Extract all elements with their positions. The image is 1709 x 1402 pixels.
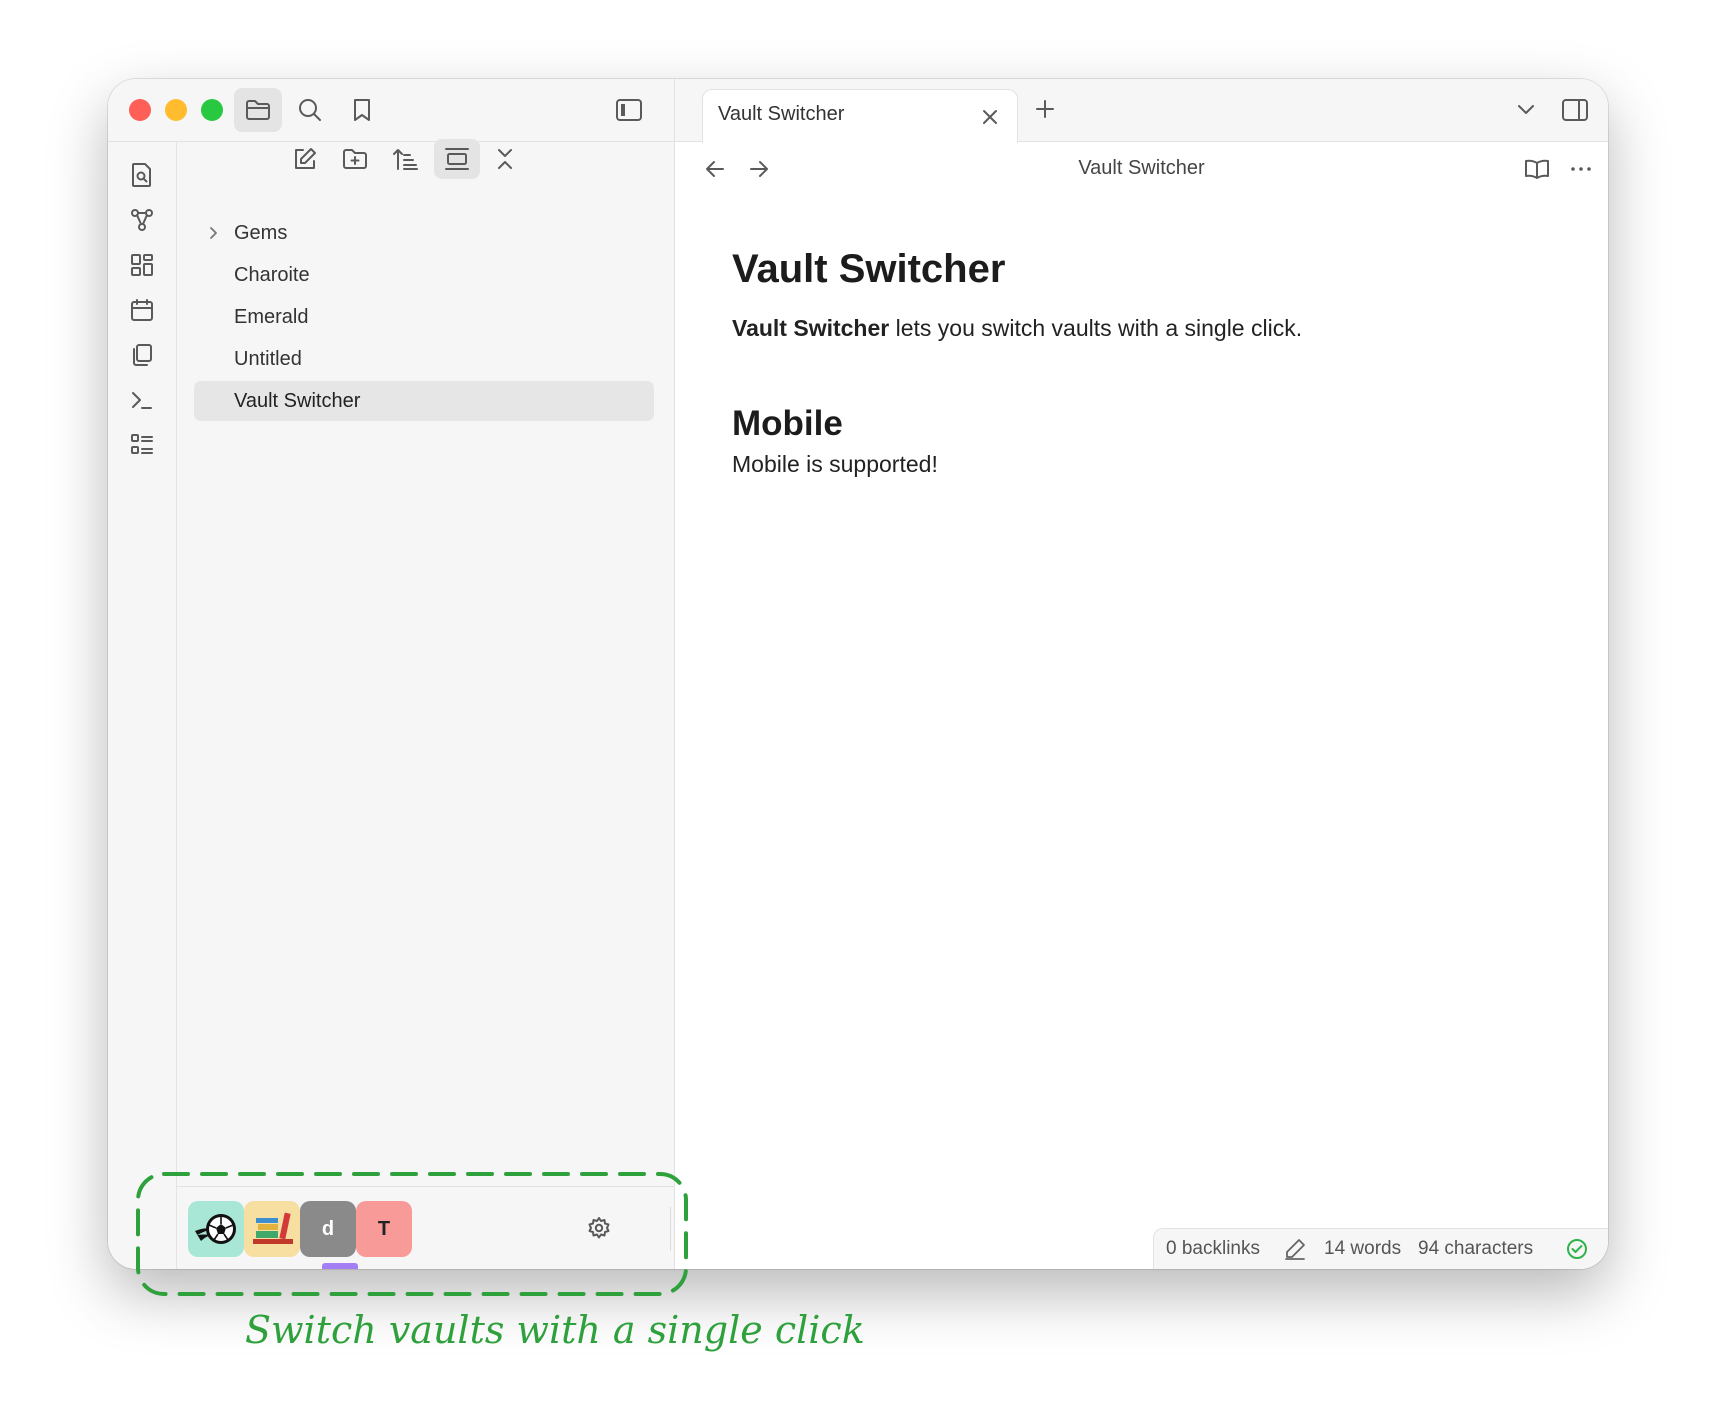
more-options-button[interactable]: [1563, 151, 1599, 187]
outline-button[interactable]: [120, 425, 164, 465]
tab-list-button[interactable]: [1509, 93, 1543, 127]
more-horizontal-icon: [1571, 167, 1591, 171]
file-search-icon: [132, 163, 151, 187]
view-title[interactable]: Vault Switcher: [675, 157, 1608, 180]
minimize-window-button[interactable]: [165, 99, 187, 121]
folder-plus-icon: [343, 149, 367, 169]
tree-file-untitled[interactable]: Untitled: [194, 339, 654, 379]
tree-file-charoite[interactable]: Charoite: [194, 255, 654, 295]
tree-item-label: Charoite: [234, 264, 310, 286]
sync-check-icon[interactable]: [1566, 1238, 1588, 1260]
file-tree: Gems Charoite Emerald Untitled Vault Swi…: [194, 213, 654, 423]
folder-icon: [246, 100, 270, 120]
daily-note-button[interactable]: [120, 290, 164, 330]
note-paragraph-2: Mobile is supported!: [732, 451, 938, 477]
plus-icon: [1036, 100, 1054, 118]
sidebar-left-icon: [616, 99, 642, 121]
sort-button[interactable]: [384, 139, 426, 179]
chevron-right-icon: [210, 227, 217, 239]
editor-pane: Vault Switcher Vault Switcher Vault Swit…: [675, 79, 1608, 1269]
close-tab-button[interactable]: [975, 102, 1005, 132]
collapse-all-button[interactable]: [484, 139, 526, 179]
search-tab-button[interactable]: [288, 88, 332, 132]
sidebar-right-icon: [1562, 99, 1588, 121]
tree-item-label: Untitled: [234, 348, 302, 370]
backlinks-count[interactable]: 0 backlinks: [1166, 1238, 1260, 1260]
edit-icon: [295, 148, 316, 169]
files-tab-button[interactable]: [234, 88, 282, 132]
layout-dashboard-icon: [131, 254, 153, 276]
tree-item-label: Gems: [234, 222, 288, 244]
auto-reveal-button[interactable]: [434, 139, 480, 179]
files-icon: [133, 344, 152, 366]
reveal-file-icon: [445, 148, 469, 170]
pencil-icon[interactable]: [1284, 1238, 1306, 1260]
terminal-icon: [132, 392, 152, 409]
tree-item-label: Vault Switcher: [234, 390, 361, 412]
new-tab-button[interactable]: [1027, 91, 1063, 127]
annotation-dashed-box: [136, 1172, 688, 1296]
calendar-icon: [131, 299, 153, 321]
toggle-right-sidebar-button[interactable]: [1555, 91, 1595, 129]
templates-button[interactable]: [120, 335, 164, 375]
note-heading-1: Vault Switcher: [732, 247, 1006, 291]
note-heading-2: Mobile: [732, 404, 843, 443]
app-window: Gems Charoite Emerald Untitled Vault Swi…: [108, 79, 1608, 1269]
character-count: 94 characters: [1418, 1238, 1534, 1259]
close-window-button[interactable]: [129, 99, 151, 121]
tab-title: Vault Switcher: [718, 103, 845, 125]
maximize-window-button[interactable]: [201, 99, 223, 121]
graph-icon: [131, 209, 153, 231]
new-note-button[interactable]: [284, 139, 326, 179]
search-icon: [299, 99, 321, 121]
tab-vault-switcher[interactable]: Vault Switcher: [702, 89, 1018, 143]
note-content[interactable]: Vault Switcher Vault Switcher lets you s…: [732, 245, 1548, 479]
close-icon: [983, 110, 997, 124]
tree-file-emerald[interactable]: Emerald: [194, 297, 654, 337]
bookmark-icon: [354, 99, 370, 121]
paragraph-text: lets you switch vaults with a single cli…: [889, 315, 1303, 341]
graph-view-button[interactable]: [120, 200, 164, 240]
book-open-icon: [1525, 159, 1549, 179]
quick-switcher-button[interactable]: [120, 155, 164, 195]
ribbon: [108, 141, 177, 1269]
canvas-button[interactable]: [120, 245, 164, 285]
chevrons-collapse-icon: [498, 149, 512, 169]
list-icon: [131, 434, 153, 454]
command-palette-button[interactable]: [120, 380, 164, 420]
annotation-caption: Switch vaults with a single click: [245, 1308, 865, 1352]
left-titlebar: [108, 79, 674, 142]
left-sidebar: Gems Charoite Emerald Untitled Vault Swi…: [108, 79, 675, 1269]
tree-folder-gems[interactable]: Gems: [194, 213, 654, 253]
status-bar: 0 backlinks 14 words 94 characters: [1153, 1228, 1608, 1269]
tab-bar: Vault Switcher: [675, 79, 1608, 143]
reading-view-button[interactable]: [1519, 151, 1555, 187]
chevron-down-icon: [1518, 105, 1534, 114]
bookmarks-tab-button[interactable]: [340, 88, 384, 132]
bold-text: Vault Switcher: [732, 315, 890, 341]
view-header: Vault Switcher: [675, 141, 1608, 197]
note-paragraph: Vault Switcher lets you switch vaults wi…: [732, 313, 1548, 343]
sort-icon: [393, 149, 418, 170]
tree-item-label: Emerald: [234, 306, 309, 328]
word-count: 14 words: [1324, 1238, 1402, 1259]
new-folder-button[interactable]: [334, 139, 376, 179]
toggle-left-sidebar-button[interactable]: [608, 89, 650, 131]
tree-file-vault-switcher[interactable]: Vault Switcher: [194, 381, 654, 421]
